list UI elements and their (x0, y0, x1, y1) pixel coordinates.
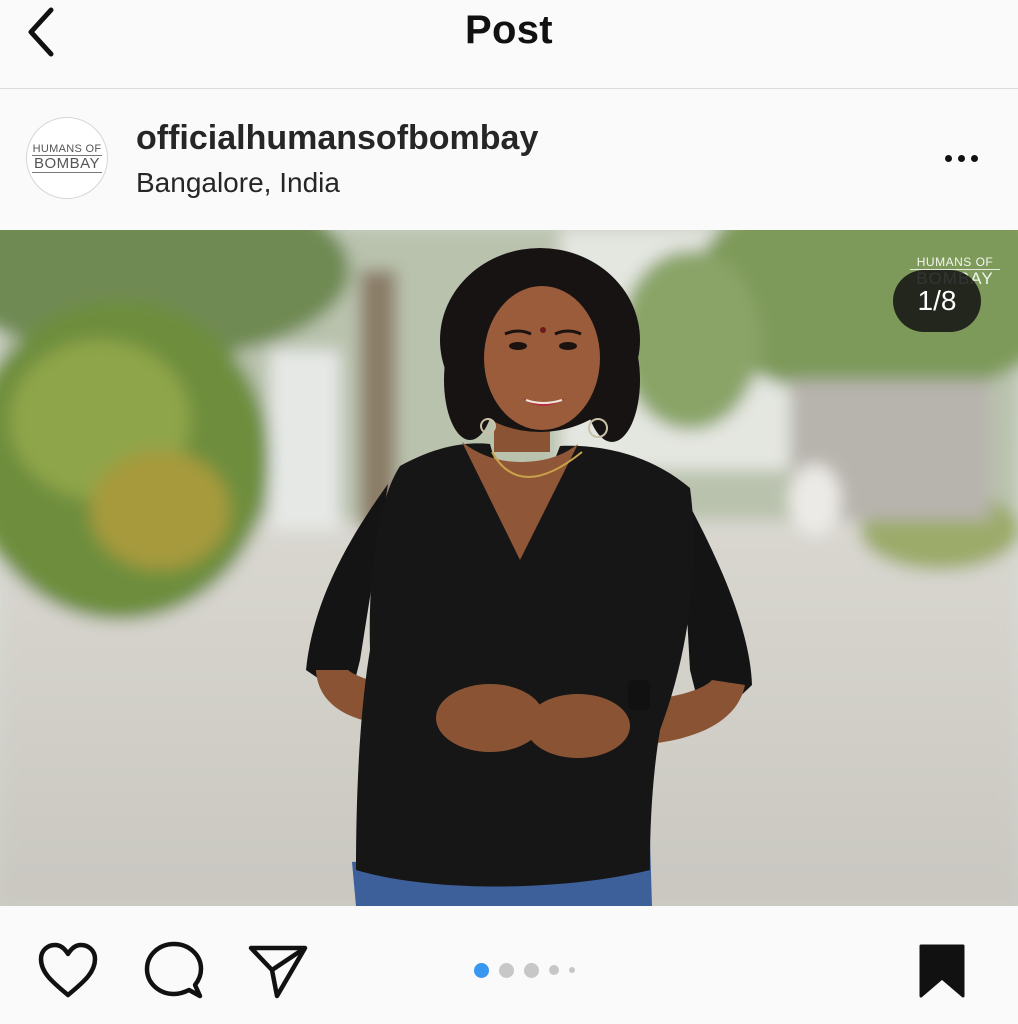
carousel-dot (524, 962, 539, 978)
more-horizontal-icon-dot (957, 154, 965, 162)
carousel-dot (549, 965, 559, 975)
post-photo[interactable]: HUMANS OF BOMBAY 1/8 (0, 230, 1018, 906)
avatar-logo-text-bottom: BOMBAY (31, 155, 103, 173)
location-link[interactable]: Bangalore, India (136, 167, 340, 199)
page-title: Post (465, 8, 553, 52)
avatar[interactable]: HUMANS OF BOMBAY (26, 117, 108, 199)
share-button[interactable] (244, 938, 312, 1004)
photo-illustration (0, 230, 1018, 906)
carousel-dot (569, 967, 575, 973)
carousel-dot-active (474, 962, 489, 978)
more-horizontal-icon-dot (970, 154, 978, 162)
more-options-button[interactable] (936, 143, 986, 173)
watermark-line-top: HUMANS OF (916, 255, 994, 269)
paper-plane-icon (248, 945, 308, 999)
post-header: HUMANS OF BOMBAY officialhumansofbombay … (0, 89, 1018, 229)
post-action-bar (0, 906, 1018, 1024)
comment-button[interactable] (140, 936, 208, 1004)
save-button[interactable] (912, 938, 972, 1002)
more-horizontal-icon (944, 154, 952, 162)
carousel-indicator (474, 962, 575, 978)
bookmark-icon (919, 944, 965, 998)
username-link[interactable]: officialhumansofbombay (136, 119, 538, 158)
carousel-counter: 1/8 (893, 270, 981, 332)
heart-icon (38, 942, 98, 998)
comment-icon (144, 941, 204, 999)
like-button[interactable] (34, 936, 102, 1004)
avatar-logo-text-top: HUMANS OF (32, 143, 102, 155)
top-nav-bar: Post (0, 0, 1018, 89)
carousel-dot (499, 962, 514, 978)
